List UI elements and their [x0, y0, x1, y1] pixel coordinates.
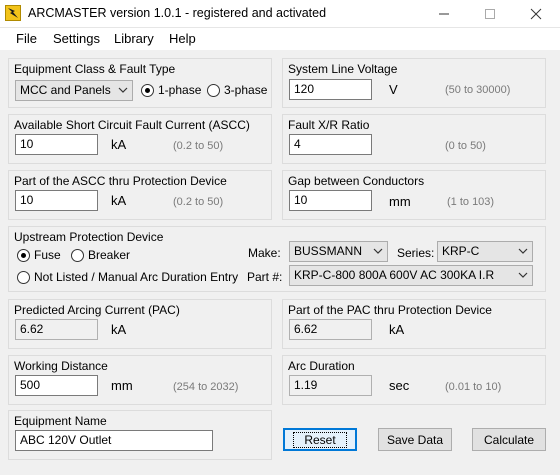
gap-unit: mm — [389, 194, 411, 209]
ascc-part-input[interactable]: 10 — [15, 190, 98, 211]
arc-duration-group: Arc Duration 1.19 sec (0.01 to 10) — [282, 355, 546, 405]
equipment-name-input[interactable]: ABC 120V Outlet — [15, 430, 213, 451]
make-select[interactable]: BUSSMANN — [289, 241, 388, 262]
radio-selected-icon — [141, 83, 154, 97]
equipment-name-title: Equipment Name — [14, 414, 107, 428]
ascc-title: Available Short Circuit Fault Current (A… — [14, 118, 250, 132]
maximize-icon — [485, 9, 495, 19]
breaker-radio[interactable]: Breaker — [71, 248, 130, 262]
gap-input[interactable]: 10 — [289, 190, 372, 211]
not-listed-label: Not Listed / Manual Arc Duration Entry — [34, 270, 239, 284]
equipment-class-select[interactable]: MCC and Panels — [15, 80, 133, 101]
series-value: KRP-C — [442, 244, 480, 258]
menu-file[interactable]: File — [14, 31, 39, 46]
xr-ratio-group: Fault X/R Ratio 4 (0 to 50) — [282, 114, 546, 164]
menu-bar: File Settings Library Help — [0, 28, 560, 50]
chevron-down-icon — [118, 87, 128, 93]
voltage-unit: V — [389, 82, 398, 97]
pac-part-group: Part of the PAC thru Protection Device 6… — [282, 299, 546, 349]
radio-empty-icon — [71, 248, 84, 262]
working-distance-unit: mm — [111, 378, 133, 393]
equipment-name-group: Equipment Name ABC 120V Outlet — [8, 410, 272, 460]
ascc-part-group: Part of the ASCC thru Protection Device … — [8, 170, 272, 220]
chevron-down-icon — [518, 248, 528, 254]
arc-duration-unit: sec — [389, 378, 410, 393]
reset-label: Reset — [293, 431, 347, 448]
xr-ratio-range: (0 to 50) — [445, 140, 486, 152]
xr-ratio-title: Fault X/R Ratio — [288, 118, 370, 132]
working-distance-input[interactable]: 500 — [15, 375, 98, 396]
ascc-group: Available Short Circuit Fault Current (A… — [8, 114, 272, 164]
part-number-select[interactable]: KRP-C-800 800A 600V AC 300KA I.R — [289, 265, 533, 286]
fuse-label: Fuse — [34, 248, 61, 262]
window-title: ARCMASTER version 1.0.1 - registered and… — [28, 6, 327, 20]
working-distance-range: (254 to 2032) — [173, 381, 239, 393]
working-distance-group: Working Distance 500 mm (254 to 2032) — [8, 355, 272, 405]
close-icon — [530, 8, 542, 20]
minimize-button[interactable] — [421, 0, 467, 28]
phase-3-radio[interactable]: 3-phase — [207, 83, 267, 97]
ascc-part-range: (0.2 to 50) — [173, 196, 224, 208]
save-data-button[interactable]: Save Data — [378, 428, 452, 451]
calculate-button[interactable]: Calculate — [472, 428, 546, 451]
phase-3-label: 3-phase — [224, 83, 268, 97]
chevron-down-icon — [373, 248, 383, 254]
title-bar: ARCMASTER version 1.0.1 - registered and… — [0, 0, 560, 28]
menu-settings[interactable]: Settings — [51, 31, 102, 46]
pac-part-title: Part of the PAC thru Protection Device — [288, 303, 492, 317]
phase-1-label: 1-phase — [158, 83, 202, 97]
part-number-value: KRP-C-800 800A 600V AC 300KA I.R — [294, 268, 495, 282]
equipment-class-title: Equipment Class & Fault Type — [14, 62, 176, 76]
menu-help[interactable]: Help — [167, 31, 198, 46]
equipment-class-value: MCC and Panels — [20, 83, 111, 97]
radio-selected-icon — [17, 248, 30, 262]
part-number-label: Part #: — [247, 270, 283, 284]
gap-range: (1 to 103) — [447, 196, 495, 208]
arc-duration-range: (0.01 to 10) — [445, 381, 502, 393]
ascc-range: (0.2 to 50) — [173, 140, 224, 152]
not-listed-radio[interactable]: Not Listed / Manual Arc Duration Entry — [17, 270, 238, 284]
pac-output: 6.62 — [15, 319, 98, 340]
pac-part-unit: kA — [389, 322, 405, 337]
chevron-down-icon — [518, 272, 528, 278]
series-select[interactable]: KRP-C — [437, 241, 533, 262]
maximize-button[interactable] — [467, 0, 513, 28]
pac-group: Predicted Arcing Current (PAC) 6.62 kA — [8, 299, 272, 349]
reset-button[interactable]: Reset — [283, 428, 357, 451]
pac-unit: kA — [111, 322, 127, 337]
make-label: Make: — [248, 246, 281, 260]
menu-library[interactable]: Library — [112, 31, 156, 46]
arc-lightning-icon — [5, 5, 21, 21]
voltage-title: System Line Voltage — [288, 62, 398, 76]
minimize-icon — [439, 13, 449, 15]
ascc-part-title: Part of the ASCC thru Protection Device — [14, 174, 227, 188]
series-label: Series: — [397, 246, 435, 260]
voltage-group: System Line Voltage 120 V (50 to 30000) — [282, 58, 546, 108]
ascc-input[interactable]: 10 — [15, 134, 98, 155]
voltage-input[interactable]: 120 — [289, 79, 372, 100]
fuse-radio[interactable]: Fuse — [17, 248, 61, 262]
radio-empty-icon — [17, 270, 30, 284]
equipment-class-group: Equipment Class & Fault Type MCC and Pan… — [8, 58, 272, 108]
ascc-unit: kA — [111, 137, 127, 152]
make-value: BUSSMANN — [294, 244, 363, 258]
breaker-label: Breaker — [88, 248, 131, 262]
arc-duration-title: Arc Duration — [288, 359, 355, 373]
pac-part-output: 6.62 — [289, 319, 372, 340]
upstream-device-title: Upstream Protection Device — [14, 230, 164, 244]
xr-ratio-input[interactable]: 4 — [289, 134, 372, 155]
ascc-part-unit: kA — [111, 193, 127, 208]
arc-duration-output: 1.19 — [289, 375, 372, 396]
gap-group: Gap between Conductors 10 mm (1 to 103) — [282, 170, 546, 220]
working-distance-title: Working Distance — [14, 359, 108, 373]
pac-title: Predicted Arcing Current (PAC) — [14, 303, 180, 317]
voltage-range: (50 to 30000) — [445, 84, 511, 96]
radio-empty-icon — [207, 83, 220, 97]
gap-title: Gap between Conductors — [288, 174, 425, 188]
phase-1-radio[interactable]: 1-phase — [141, 83, 201, 97]
upstream-device-group: Upstream Protection Device Fuse Breaker … — [8, 226, 546, 292]
close-button[interactable] — [513, 0, 559, 28]
